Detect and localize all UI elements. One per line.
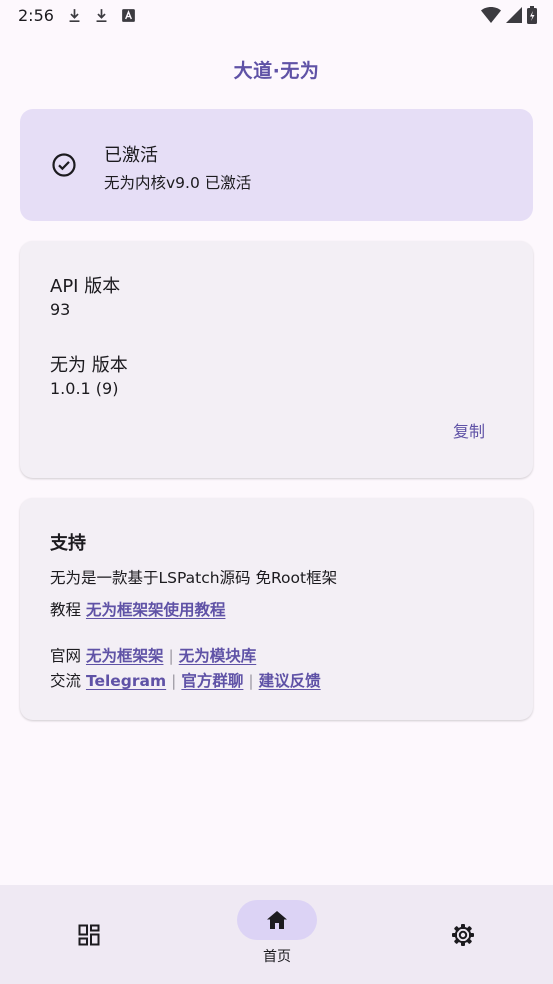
api-version-value: 93 [50,300,71,319]
status-time: 2:56 [18,6,54,25]
copy-button[interactable]: 复制 [453,418,485,442]
telegram-link[interactable]: Telegram [86,672,166,690]
link-separator: | [248,672,254,690]
website-link-modules[interactable]: 无为模块库 [179,647,257,665]
status-title: 已激活 [104,145,158,166]
nav-active-indicator [237,900,317,940]
app-version-label: 无为 版本 [50,355,128,376]
screen: 2:56 大道·无为 已激活 无为内核v9.0 已激活 API 版本 93 无为… [0,0,553,984]
notification-icons [66,7,137,24]
download-icon [69,9,80,23]
feedback-link[interactable]: 建议反馈 [259,672,321,690]
bottom-navigation: 首页 [0,885,553,984]
font-app-icon [122,9,135,22]
website-row: 官网 无为框架架 | 无为模块库 [50,644,256,666]
wifi-icon [481,7,501,23]
tutorial-link[interactable]: 无为框架架使用教程 [86,601,226,619]
website-prefix: 官网 [50,647,82,665]
link-separator: | [171,672,177,690]
support-card: 支持 无为是一款基于LSPatch源码 免Root框架 教程 无为框架架使用教程… [20,498,533,720]
status-subtitle: 无为内核v9.0 已激活 [104,174,252,192]
gear-icon [452,924,474,946]
support-title: 支持 [50,533,86,554]
app-title: 大道·无为 [233,60,320,82]
community-row: 交流 Telegram | 官方群聊 | 建议反馈 [50,669,321,691]
download-icon [96,9,107,23]
nav-item-settings[interactable] [403,885,523,984]
cellular-signal-icon [506,7,522,23]
check-circle-icon [52,153,76,177]
battery-icon [527,6,537,24]
website-link-framework[interactable]: 无为框架架 [86,647,164,665]
official-group-link[interactable]: 官方群聊 [181,672,243,690]
link-separator: | [168,647,174,665]
support-description: 无为是一款基于LSPatch源码 免Root框架 [50,569,338,587]
home-icon [267,911,287,929]
api-version-label: API 版本 [50,276,121,297]
tutorial-prefix: 教程 [50,601,82,619]
tutorial-row: 教程 无为框架架使用教程 [50,598,225,620]
nav-item-apps[interactable] [29,885,149,984]
system-icons [481,6,537,24]
activation-status-card[interactable]: 已激活 无为内核v9.0 已激活 [20,109,533,221]
nav-home-label: 首页 [263,949,291,965]
status-bar: 2:56 [0,0,553,32]
nav-item-home[interactable]: 首页 [217,885,337,984]
app-version-value: 1.0.1 (9) [50,379,119,398]
apps-grid-icon [78,924,100,946]
community-prefix: 交流 [50,672,82,690]
version-info-card: API 版本 93 无为 版本 1.0.1 (9) 复制 [20,241,533,478]
